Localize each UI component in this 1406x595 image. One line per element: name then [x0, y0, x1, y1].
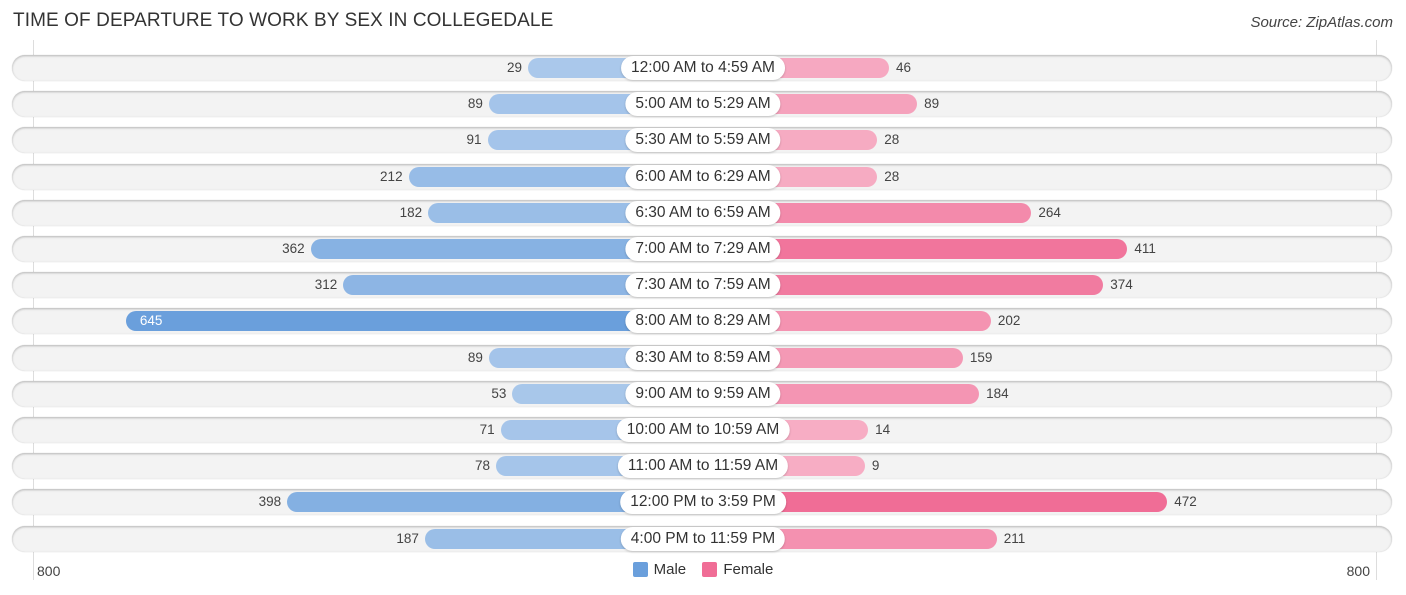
value-label-male: 645 — [139, 313, 163, 329]
value-label-female: 411 — [1134, 241, 1156, 256]
value-label-male: 212 — [380, 168, 403, 184]
value-label-female: 211 — [1003, 530, 1026, 546]
category-label: 7:30 AM to 7:59 AM — [625, 273, 781, 298]
legend-label-female: Female — [723, 561, 774, 578]
chart-title: TIME OF DEPARTURE TO WORK BY SEX IN COLL… — [13, 10, 554, 31]
value-label-female: 9 — [871, 458, 880, 474]
value-label-female: 202 — [997, 313, 1021, 329]
value-label-female: 28 — [884, 132, 900, 148]
value-label-male: 78 — [475, 458, 491, 474]
legend-item-male[interactable]: Male — [632, 561, 687, 578]
legend-swatch-male — [632, 562, 648, 577]
value-label-male: 182 — [399, 204, 423, 220]
value-label-female: 184 — [986, 385, 1009, 401]
value-label-female: 89 — [924, 96, 940, 112]
value-label-male: 91 — [466, 132, 482, 148]
category-label: 12:00 AM to 4:59 AM — [621, 56, 785, 80]
category-label: 8:30 AM to 8:59 AM — [625, 345, 781, 370]
value-label-male: 187 — [396, 530, 419, 546]
category-label: 11:00 AM to 11:59 AM — [617, 454, 789, 479]
value-label-female: 14 — [875, 422, 891, 437]
value-label-female: 374 — [1110, 277, 1133, 293]
legend-swatch-female — [702, 562, 718, 577]
legend: Male Female — [0, 561, 1406, 581]
value-label-male: 29 — [507, 60, 523, 75]
value-label-male: 53 — [491, 385, 507, 401]
value-label-male: 312 — [314, 277, 338, 293]
value-label-male: 362 — [282, 241, 305, 256]
value-label-male: 398 — [258, 494, 282, 510]
value-label-male: 71 — [479, 422, 495, 437]
category-label: 8:00 AM to 8:29 AM — [625, 309, 781, 334]
value-label-male: 89 — [467, 96, 483, 112]
value-label-male: 89 — [467, 349, 483, 365]
category-label: 5:00 AM to 5:29 AM — [625, 92, 781, 117]
legend-item-female[interactable]: Female — [702, 561, 773, 578]
category-label: 12:00 PM to 3:59 PM — [620, 490, 786, 515]
value-label-female: 472 — [1174, 494, 1197, 510]
category-label: 4:00 PM to 11:59 PM — [620, 526, 786, 551]
category-label: 6:00 AM to 6:29 AM — [625, 164, 781, 189]
bar-male[interactable] — [125, 311, 703, 332]
category-label: 10:00 AM to 10:59 AM — [616, 418, 790, 442]
category-label: 5:30 AM to 5:59 AM — [625, 128, 781, 153]
legend-label-male: Male — [653, 561, 687, 578]
value-label-female: 28 — [884, 168, 900, 184]
value-label-female: 159 — [969, 349, 993, 365]
value-label-female: 264 — [1038, 204, 1061, 220]
category-label: 9:00 AM to 9:59 AM — [625, 381, 781, 406]
value-label-female: 46 — [896, 60, 912, 75]
source-label: Source: ZipAtlas.com — [1250, 14, 1393, 31]
category-label: 6:30 AM to 6:59 AM — [625, 200, 781, 225]
category-label: 7:00 AM to 7:29 AM — [625, 237, 781, 261]
